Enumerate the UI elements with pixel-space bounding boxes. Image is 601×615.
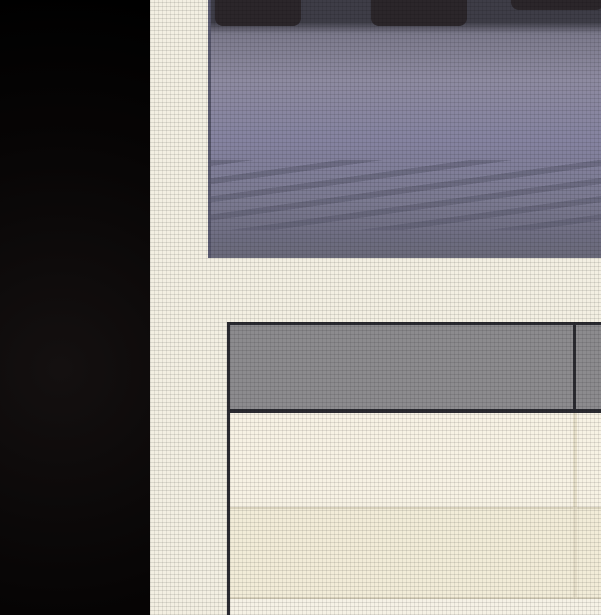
column-divider — [573, 413, 577, 507]
photo-dark-region — [371, 0, 467, 26]
photo-thumbnail[interactable] — [208, 0, 601, 258]
table-row[interactable] — [230, 413, 601, 509]
photo-dark-region — [511, 0, 601, 10]
monitor-bezel — [0, 0, 150, 615]
screen-area — [150, 0, 601, 615]
data-table — [227, 322, 601, 615]
photo-dark-region — [215, 0, 301, 26]
table-header-row — [230, 325, 601, 413]
column-divider — [573, 325, 576, 409]
column-divider — [573, 509, 577, 597]
table-row[interactable] — [230, 509, 601, 599]
